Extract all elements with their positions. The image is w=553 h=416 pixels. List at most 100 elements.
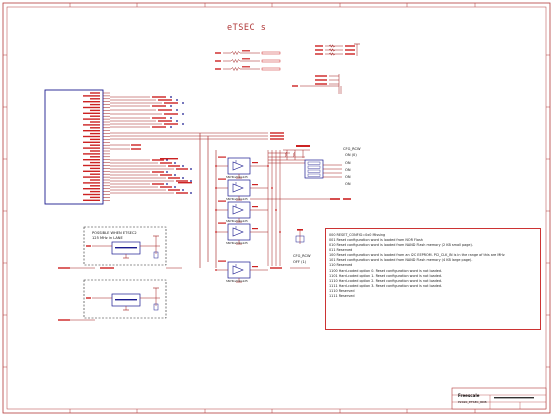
- pin-label: [90, 185, 100, 187]
- pin-label: [90, 121, 100, 123]
- net-label: [164, 123, 178, 125]
- pin-label: [90, 190, 100, 193]
- mode-on-4: ON: [345, 182, 351, 186]
- pin-label: [90, 103, 100, 106]
- mode-on-header: ON (0): [345, 153, 357, 157]
- pin-label: [83, 164, 100, 167]
- net-tag: [174, 174, 176, 176]
- mode-off-header: OFF (1): [293, 260, 307, 264]
- mode-on-1: ON: [345, 161, 351, 165]
- note-line: 110 Reserved: [329, 263, 353, 267]
- junction-dot: [267, 165, 269, 167]
- net-label: [345, 49, 355, 51]
- net-label: [315, 79, 327, 81]
- power-net-label: [296, 145, 310, 147]
- pin-label: [90, 173, 100, 175]
- buffer-1-part: SN74LVC1G125: [226, 175, 248, 179]
- resistor-symbol: [230, 50, 241, 56]
- ref-label: [218, 260, 226, 262]
- net-flag: [261, 67, 281, 71]
- net-label: [168, 165, 180, 167]
- buffer-3-part: SN74LVC1G125: [226, 219, 248, 223]
- net-label: [176, 180, 188, 182]
- net-tag: [182, 102, 184, 104]
- oscillator-part-label: [115, 247, 137, 249]
- net-label: [215, 52, 221, 54]
- ref-label: [242, 66, 250, 68]
- pin-label: [90, 161, 100, 164]
- ref-label: [252, 206, 258, 208]
- net-label: [160, 158, 178, 160]
- net-label: [164, 113, 178, 115]
- net-label: [270, 135, 284, 137]
- net-label: [131, 144, 141, 146]
- net-label: [58, 267, 70, 269]
- net-flag: [261, 51, 281, 55]
- pin-label: [83, 118, 100, 120]
- net-tag: [170, 117, 172, 119]
- cfg-header: CFG_RCW: [343, 147, 361, 151]
- net-tag: [176, 99, 178, 101]
- net-tag: [182, 123, 184, 125]
- note-line: 000 RESET_CONFIG=0x0 Missing: [329, 233, 386, 237]
- pin-label: [90, 167, 100, 170]
- pin-label: [90, 144, 100, 146]
- note-line: 1110 Hard-coded option 2. Reset configur…: [329, 279, 443, 283]
- note-line: 1110 Reserved: [329, 289, 355, 293]
- pin-label: [90, 156, 100, 158]
- note-line: 101 Reset configuration word is loaded f…: [329, 258, 473, 262]
- net-label: [158, 120, 172, 122]
- net-label: [152, 105, 166, 107]
- pin-label: [83, 141, 100, 143]
- net-label: [315, 75, 327, 77]
- net-label: [160, 162, 172, 164]
- oscillator-part-label: [115, 299, 137, 301]
- ref-label: [252, 228, 258, 230]
- net-label: [100, 267, 114, 269]
- config-notes-table: 000 RESET_CONFIG=0x0 Missing 001 Reset c…: [325, 228, 541, 330]
- net-label: [315, 49, 323, 51]
- config-switch: [304, 159, 324, 179]
- net-tag: [176, 120, 178, 122]
- note-line: 001 Reset configuration word is loaded f…: [329, 238, 423, 242]
- junction-dot: [215, 187, 217, 189]
- net-label: [345, 53, 355, 55]
- pin-label: [83, 101, 100, 103]
- ref-label: [242, 50, 250, 52]
- pin-label: [83, 147, 100, 149]
- note-line: 1100 Hard-coded option 0. Reset configur…: [329, 269, 443, 273]
- net-label: [292, 85, 298, 87]
- power-net-label: [297, 229, 303, 231]
- note-line: 010 Reset configuration word is loaded f…: [329, 243, 473, 247]
- net-label: [86, 297, 91, 299]
- net-label: [160, 186, 172, 188]
- ref-label: [252, 266, 258, 268]
- net-label: [152, 159, 164, 161]
- net-label: [270, 132, 284, 134]
- buffer-4-part: SN74LVC1G125: [226, 241, 248, 245]
- net-label: [315, 53, 323, 55]
- pin-label: [90, 132, 100, 135]
- buffer-5-part: SN74LVC1G125: [226, 279, 248, 283]
- pin-label: [90, 196, 100, 199]
- mode-on-2: ON: [345, 168, 351, 172]
- mode-on-3: ON: [345, 175, 351, 179]
- junction-dot: [271, 187, 273, 189]
- pin-label: [83, 193, 100, 196]
- pin-label: [90, 150, 100, 152]
- pin-label: [83, 124, 100, 126]
- pin-label: [83, 182, 100, 184]
- pin-label: [90, 138, 100, 141]
- net-label: [315, 83, 327, 85]
- ref-label: [252, 162, 258, 164]
- sheet-frame: [2, 2, 551, 414]
- junction-dot: [275, 209, 277, 211]
- pin-label: [83, 199, 100, 201]
- pin-label: [83, 176, 100, 178]
- junction-dot: [215, 165, 217, 167]
- net-flag: [261, 59, 281, 63]
- net-label: [152, 126, 166, 128]
- note-line: 1111 Reserved: [329, 294, 355, 298]
- net-label: [58, 319, 70, 321]
- title-block: [451, 387, 547, 410]
